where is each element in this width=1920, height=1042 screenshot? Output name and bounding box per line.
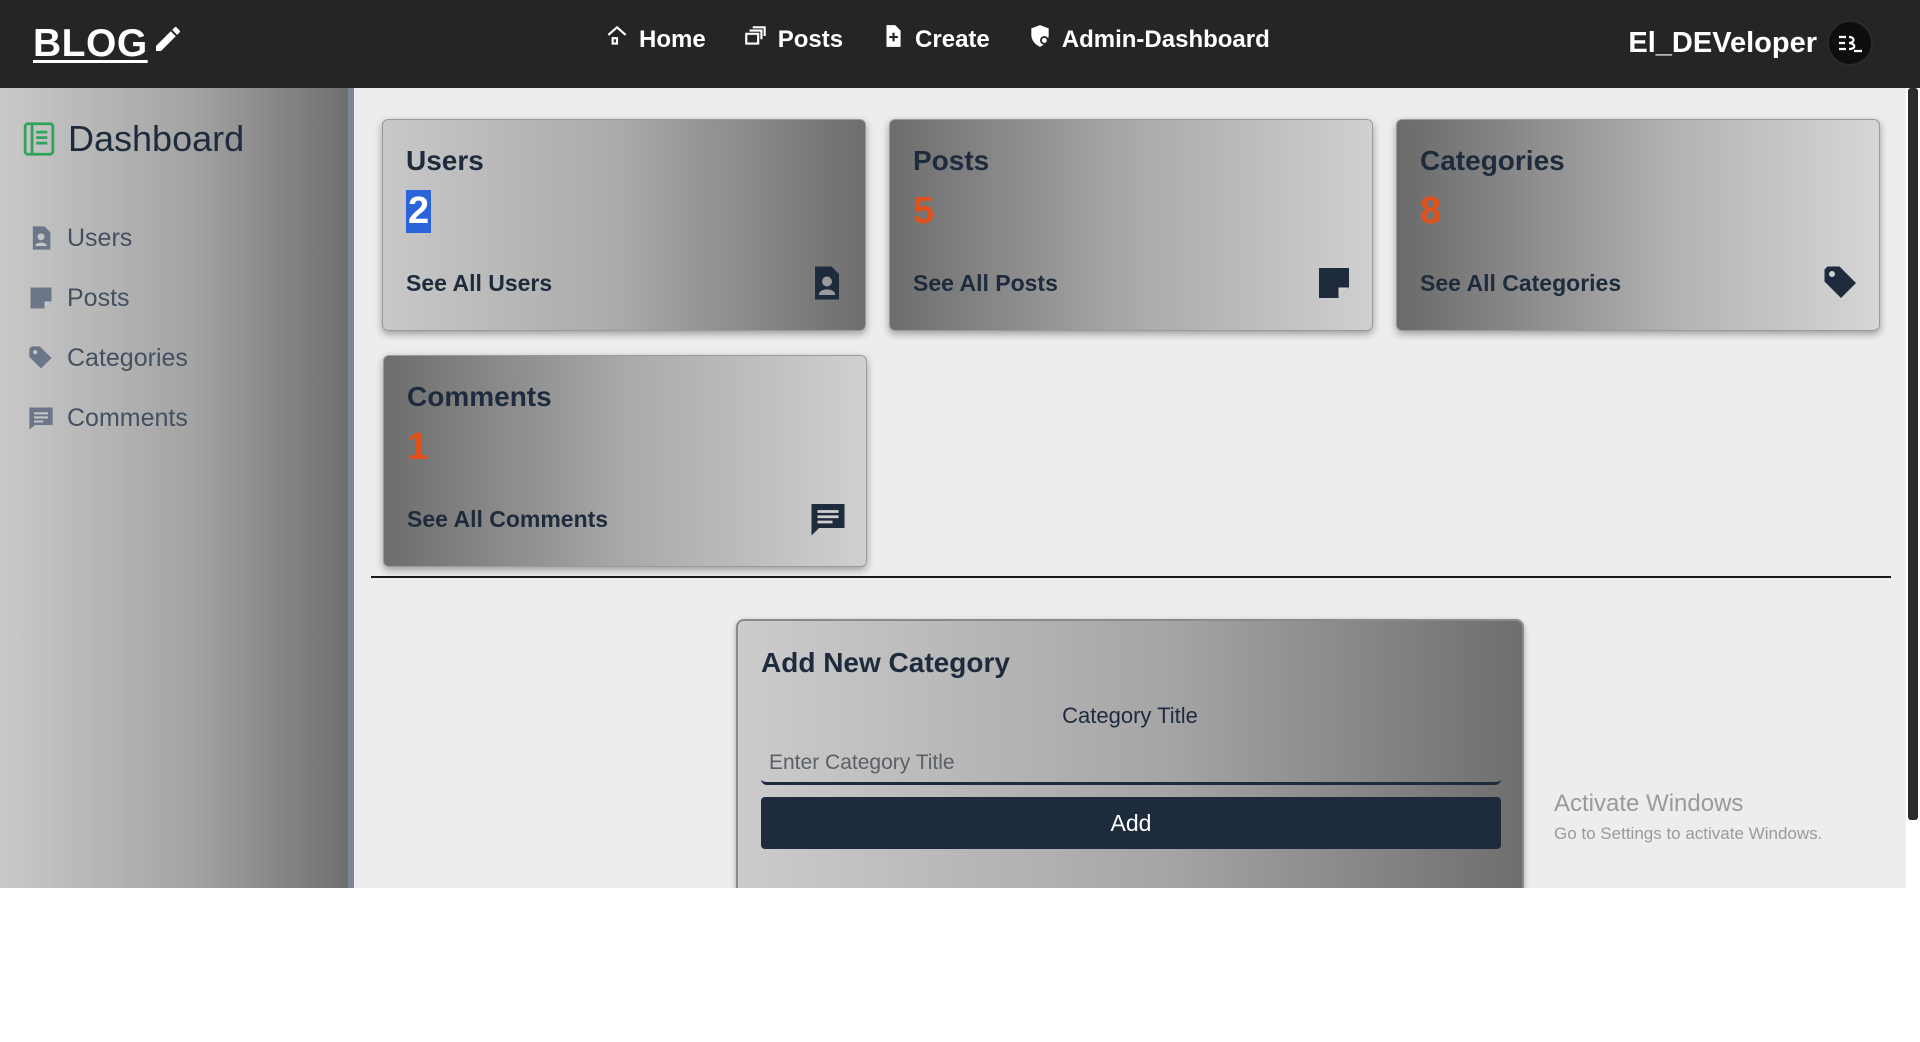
create-icon [886, 25, 901, 47]
tag-icon [1824, 266, 1856, 298]
card-count: 1 [407, 426, 429, 468]
posts-icon [1319, 268, 1349, 298]
main-nav: Home Posts Create Admin-Dashboard [604, 25, 1307, 54]
sidebar-item-comments[interactable]: Comments [27, 388, 188, 448]
activate-windows-watermark: Activate Windows Go to Settings to activ… [1554, 790, 1822, 844]
sidebar-item-label: Posts [67, 283, 130, 312]
logo-text: BLOG [33, 22, 148, 65]
nav-home[interactable]: Home [604, 25, 706, 54]
admin-icon [1031, 25, 1049, 47]
comment-icon [29, 407, 53, 430]
blog-logo[interactable]: BLOG [33, 22, 184, 66]
user-icon [815, 266, 839, 300]
card-count: 5 [913, 190, 935, 232]
home-icon [607, 25, 627, 45]
sidebar-item-label: Users [67, 223, 133, 252]
sidebar-item-categories[interactable]: Categories [27, 328, 188, 388]
nav-admin-label: Admin-Dashboard [1061, 26, 1270, 53]
card-title: Categories [1420, 145, 1565, 176]
user-icon [32, 226, 51, 250]
comment-icon [811, 504, 845, 536]
posts-icon [744, 26, 766, 45]
user-menu[interactable]: El_DEVeloper [1628, 20, 1873, 66]
nav-posts-label: Posts [777, 26, 844, 53]
see-all-categories-link[interactable]: See All Categories [1420, 270, 1621, 297]
nav-create-label: Create [915, 26, 990, 53]
card-title: Comments [407, 381, 552, 412]
watermark-title: Activate Windows [1554, 790, 1744, 817]
card-count: 2 [406, 190, 432, 233]
add-category-form: Add New Category Category Title Add [736, 619, 1524, 888]
users-card: Users 2 See All Users [382, 119, 866, 331]
see-all-comments-link[interactable]: See All Comments [407, 506, 608, 533]
categories-card: Categories 8 See All Categories [1396, 119, 1880, 331]
sidebar-title[interactable]: Dashboard [22, 118, 244, 160]
section-divider [371, 576, 1891, 578]
scrollbar-thumb[interactable] [1908, 88, 1918, 820]
watermark-subtitle: Go to Settings to activate Windows. [1554, 824, 1823, 843]
sidebar-item-posts[interactable]: Posts [27, 268, 188, 328]
avatar[interactable] [1827, 20, 1873, 66]
nav-posts[interactable]: Posts [743, 26, 843, 54]
top-navbar: BLOG Home Posts Create Admin-Dashboard E… [0, 0, 1920, 88]
dashboard-icon [23, 122, 55, 156]
add-category-button[interactable]: Add [761, 797, 1501, 849]
sidebar-item-label: Comments [67, 403, 188, 432]
category-title-input[interactable] [761, 743, 1501, 785]
sidebar: Dashboard Users Posts Categories Comment… [0, 88, 354, 888]
sidebar-item-users[interactable]: Users [27, 208, 188, 268]
sidebar-list: Users Posts Categories Comments [27, 208, 188, 448]
comments-card: Comments 1 See All Comments [383, 355, 867, 567]
pencil-icon [155, 26, 180, 51]
card-title: Users [406, 145, 484, 176]
card-title: Posts [913, 145, 990, 176]
sidebar-item-label: Categories [67, 343, 188, 372]
card-count: 8 [1420, 190, 1442, 232]
nav-create[interactable]: Create [880, 25, 990, 54]
see-all-posts-link[interactable]: See All Posts [913, 270, 1058, 297]
see-all-users-link[interactable]: See All Users [406, 270, 552, 297]
posts-icon [30, 287, 52, 309]
avatar-logo-icon [1839, 35, 1862, 53]
nav-admin-dashboard[interactable]: Admin-Dashboard [1027, 25, 1270, 54]
app-viewport: BLOG Home Posts Create Admin-Dashboard E… [0, 0, 1920, 888]
nav-home-label: Home [639, 26, 706, 53]
username: El_DEVeloper [1628, 26, 1817, 59]
tag-icon [29, 346, 52, 369]
page-scrollbar[interactable] [1906, 88, 1920, 888]
form-title: Add New Category [761, 647, 1010, 678]
posts-card: Posts 5 See All Posts [889, 119, 1373, 331]
category-title-label: Category Title [1062, 703, 1198, 728]
sidebar-title-text: Dashboard [68, 118, 245, 159]
